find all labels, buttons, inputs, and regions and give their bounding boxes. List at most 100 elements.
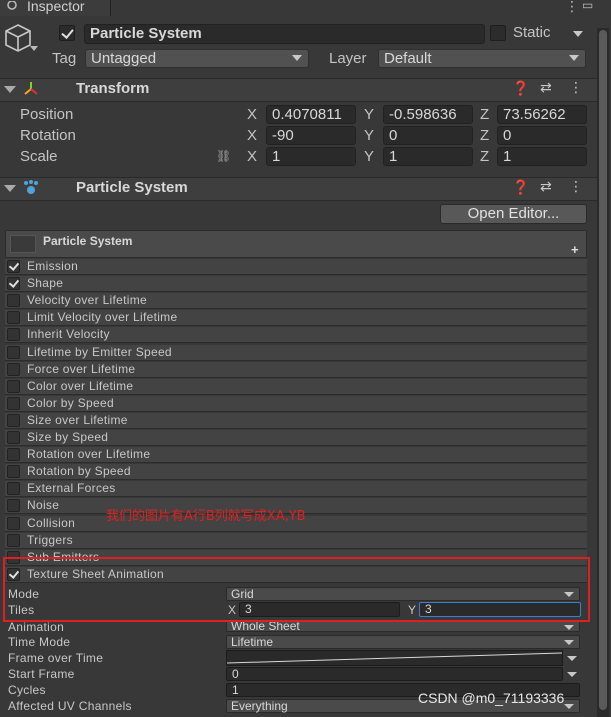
help-icon[interactable]: ❓	[512, 80, 529, 97]
module-enable-checkbox[interactable]	[7, 534, 20, 547]
frame-over-time-curve[interactable]	[226, 650, 563, 666]
transform-position-label: Position	[20, 106, 74, 123]
start-frame-label: Start Frame	[8, 667, 75, 681]
transform-position-y-field[interactable]: -0.598636	[383, 105, 473, 124]
module-row-color-by-speed[interactable]: Color by Speed	[5, 396, 587, 412]
axis-x-label: X	[247, 127, 258, 144]
module-row-external-forces[interactable]: External Forces	[5, 481, 587, 497]
module-row-size-over-lifetime[interactable]: Size over Lifetime	[5, 413, 587, 429]
tag-value: Untagged	[91, 50, 157, 67]
time-mode-dropdown[interactable]: Lifetime	[226, 635, 580, 649]
inspector-menu-icon[interactable]: ⋮	[565, 0, 579, 15]
module-row-rotation-by-speed[interactable]: Rotation by Speed	[5, 464, 587, 480]
module-enable-checkbox[interactable]	[7, 294, 20, 307]
field-value: 73.56262	[503, 106, 566, 123]
annotation-text: 我们的图片有A行B列就写成XA,YB	[106, 509, 306, 524]
inspector-tab-label: Inspector	[27, 0, 85, 14]
module-label: Color by Speed	[27, 396, 114, 410]
module-row-velocity-over-lifetime[interactable]: Velocity over Lifetime	[5, 293, 587, 309]
layer-value: Default	[384, 50, 432, 67]
gameobject-name: Particle System	[90, 25, 202, 42]
animation-label: Animation	[8, 620, 65, 634]
transform-scale-label: Scale	[20, 148, 58, 165]
time-mode-label: Time Mode	[8, 635, 71, 649]
transform-position-z-field[interactable]: 73.56262	[497, 105, 587, 124]
context-menu-icon[interactable]: ⋮	[569, 79, 583, 96]
layer-dropdown[interactable]: Default	[378, 49, 586, 68]
frame-over-time-label: Frame over Time	[8, 651, 104, 665]
time-mode-value: Lifetime	[231, 635, 274, 649]
foldout-arrow-icon[interactable]	[4, 86, 16, 93]
module-label: Size by Speed	[27, 430, 109, 444]
module-label: Force over Lifetime	[27, 362, 136, 376]
start-frame-dropdown-arrow[interactable]	[567, 672, 577, 677]
start-frame-field[interactable]: 0	[226, 667, 563, 681]
add-module-icon[interactable]: +	[571, 242, 579, 257]
module-enable-checkbox[interactable]	[7, 482, 20, 495]
transform-rotation-y-field[interactable]: 0	[383, 126, 473, 145]
preset-icon[interactable]: ⇄	[540, 79, 552, 96]
frame-over-time-dropdown-arrow[interactable]	[567, 656, 577, 661]
field-value: 0	[503, 127, 512, 144]
axis-y-label: Y	[364, 148, 375, 165]
module-enable-checkbox[interactable]	[7, 431, 20, 444]
affected-uv-channels-label: Affected UV Channels	[8, 699, 132, 713]
inspector-lock-icon[interactable]: ▭	[582, 0, 593, 12]
module-label: Limit Velocity over Lifetime	[27, 310, 178, 324]
transform-rotation-x-field[interactable]: -90	[266, 126, 356, 145]
module-enable-checkbox[interactable]	[7, 448, 20, 461]
module-enable-checkbox[interactable]	[7, 414, 20, 427]
module-row-inherit-velocity[interactable]: Inherit Velocity	[5, 327, 587, 343]
module-enable-checkbox[interactable]	[7, 260, 20, 273]
module-label: Lifetime by Emitter Speed	[27, 345, 172, 359]
module-enable-checkbox[interactable]	[7, 397, 20, 410]
module-enable-checkbox[interactable]	[7, 517, 20, 530]
module-row-force-over-lifetime[interactable]: Force over Lifetime	[5, 362, 587, 378]
field-value: -0.598636	[389, 106, 457, 123]
scrollbar-thumb[interactable]	[599, 30, 607, 710]
module-enable-checkbox[interactable]	[7, 328, 20, 341]
module-enable-checkbox[interactable]	[7, 499, 20, 512]
axis-z-label: Z	[480, 106, 490, 123]
field-value: 0.4070811	[272, 106, 342, 123]
foldout-arrow-icon[interactable]	[4, 185, 16, 192]
axis-x-label: X	[247, 148, 258, 165]
module-enable-checkbox[interactable]	[7, 465, 20, 478]
static-dropdown-arrow[interactable]	[573, 31, 583, 37]
module-label: Rotation by Speed	[27, 464, 131, 478]
gameobject-active-checkbox[interactable]	[59, 25, 75, 41]
particle-preview-icon	[10, 235, 36, 253]
transform-position-x-field[interactable]: 0.4070811	[266, 105, 356, 124]
module-row-emission[interactable]: Emission	[5, 259, 587, 275]
module-row-size-by-speed[interactable]: Size by Speed	[5, 430, 587, 446]
module-row-triggers[interactable]: Triggers	[5, 533, 587, 549]
gameobject-name-field[interactable]: Particle System	[84, 24, 485, 44]
module-label: Velocity over Lifetime	[27, 293, 147, 307]
module-enable-checkbox[interactable]	[7, 346, 20, 359]
transform-scale-z-field[interactable]: 1	[497, 147, 587, 166]
module-row-rotation-over-lifetime[interactable]: Rotation over Lifetime	[5, 447, 587, 463]
transform-scale-y-field[interactable]: 1	[383, 147, 473, 166]
static-checkbox[interactable]	[490, 25, 506, 41]
chevron-down-icon	[569, 55, 579, 61]
preset-icon[interactable]: ⇄	[540, 178, 552, 195]
module-label: Rotation over Lifetime	[27, 447, 151, 461]
icon-dropdown-arrow[interactable]	[30, 46, 38, 51]
module-enable-checkbox[interactable]	[7, 311, 20, 324]
axis-z-label: Z	[480, 127, 490, 144]
tag-dropdown[interactable]: Untagged	[85, 49, 309, 68]
module-row-lifetime-by-emitter-speed[interactable]: Lifetime by Emitter Speed	[5, 345, 587, 361]
open-editor-button[interactable]: Open Editor...	[440, 204, 587, 224]
module-row-color-over-lifetime[interactable]: Color over Lifetime	[5, 379, 587, 395]
module-row-shape[interactable]: Shape	[5, 276, 587, 292]
module-enable-checkbox[interactable]	[7, 277, 20, 290]
module-row-limit-velocity-over-lifetime[interactable]: Limit Velocity over Lifetime	[5, 310, 587, 326]
particle-system-icon	[22, 179, 40, 197]
transform-rotation-z-field[interactable]: 0	[497, 126, 587, 145]
context-menu-icon[interactable]: ⋮	[569, 178, 583, 195]
help-icon[interactable]: ❓	[512, 179, 529, 196]
module-enable-checkbox[interactable]	[7, 363, 20, 376]
module-enable-checkbox[interactable]	[7, 380, 20, 393]
scale-link-icon[interactable]: ⛓	[216, 149, 231, 163]
transform-scale-x-field[interactable]: 1	[266, 147, 356, 166]
